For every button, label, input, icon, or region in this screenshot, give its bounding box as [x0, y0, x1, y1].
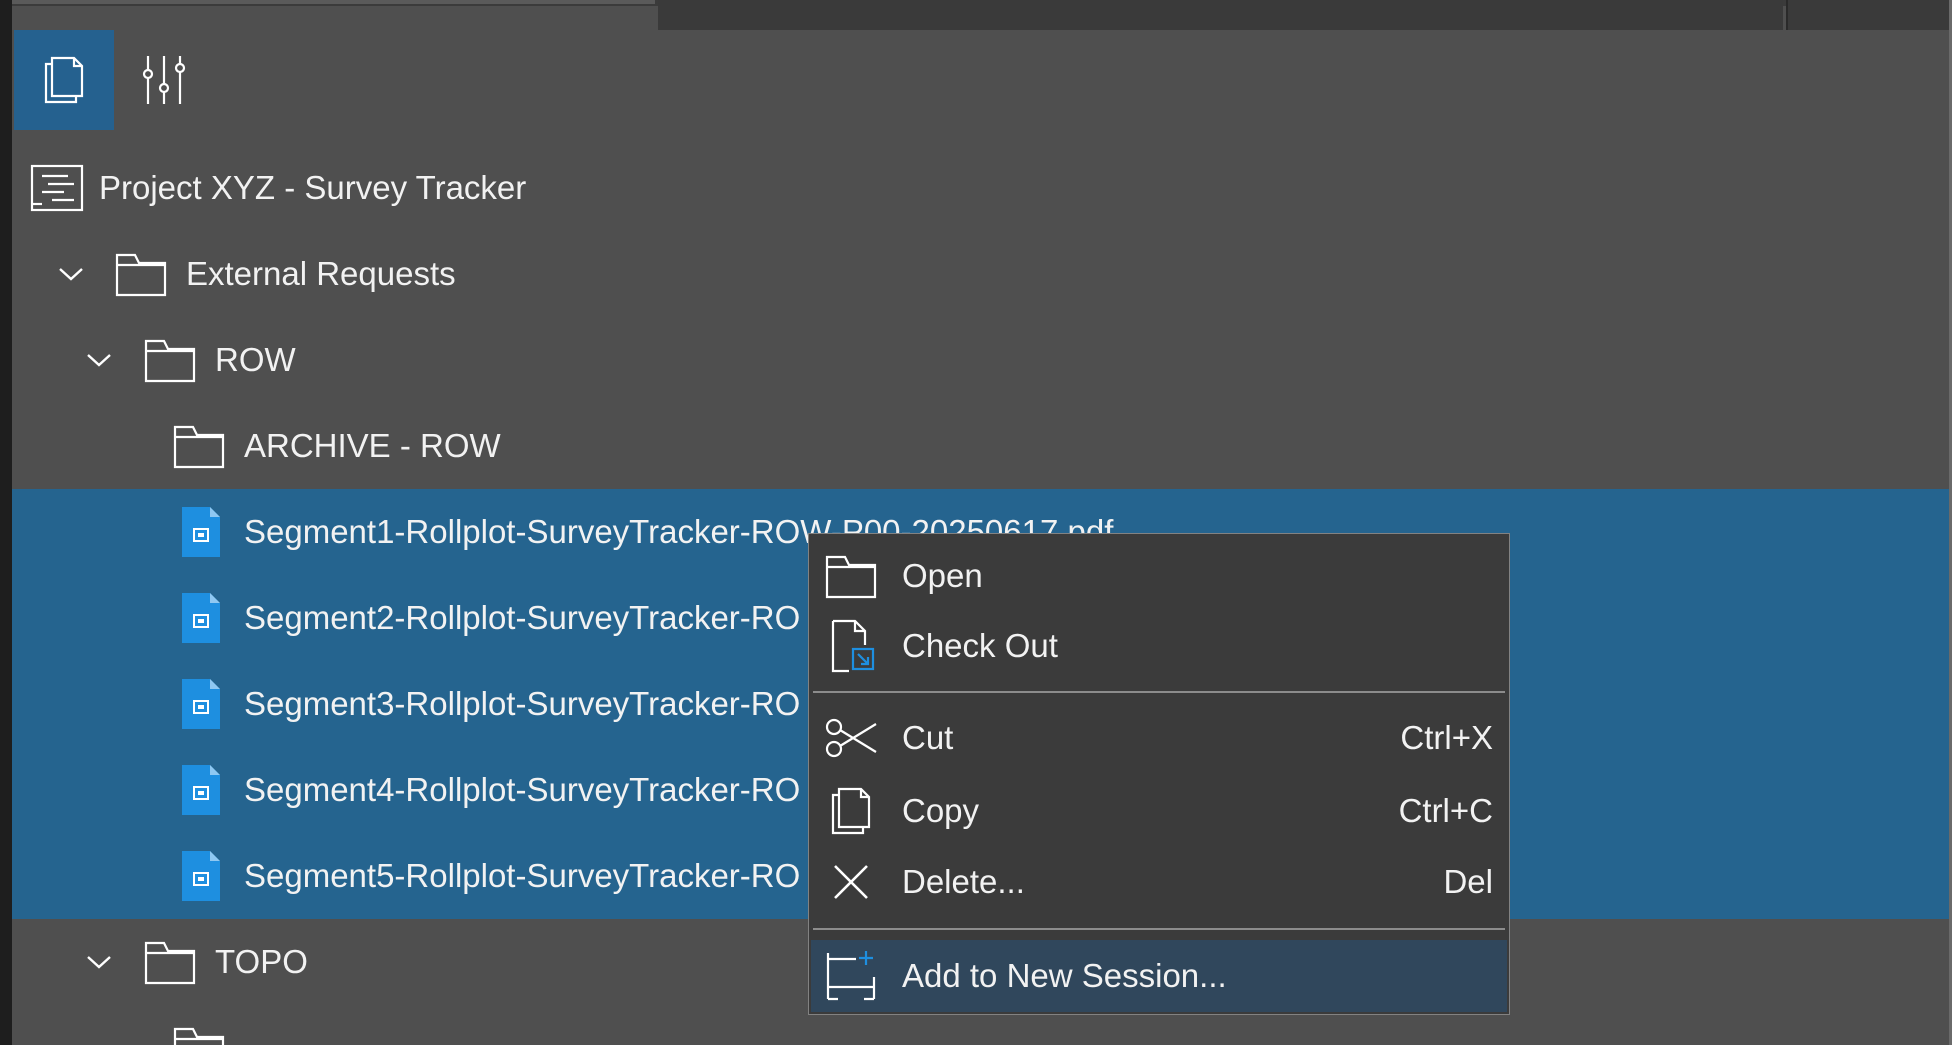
menu-item-add-to-new-session[interactable]: Add to New Session...	[811, 940, 1507, 1012]
top-strip	[0, 0, 1952, 30]
top-strip-panel-right	[1786, 0, 1952, 30]
tree-item-label: ROW	[215, 341, 296, 378]
menu-item-copy[interactable]: Copy Ctrl+C	[811, 778, 1507, 844]
tree-item-label: Segment5-Rollplot-SurveyTracker-RO	[244, 857, 801, 894]
menu-separator	[813, 691, 1505, 693]
pdf-file-icon	[180, 591, 222, 645]
chevron-down-icon[interactable]	[84, 947, 114, 977]
tree-item-row-folder[interactable]: ROW	[12, 317, 1949, 403]
folder-icon	[173, 423, 225, 469]
tree-item-label: Project XYZ - Survey Tracker	[99, 169, 527, 206]
settings-tab-button[interactable]	[114, 30, 214, 130]
top-strip-panel	[658, 0, 1783, 30]
tree-item-label: Segment2-Rollplot-SurveyTracker-RO	[244, 599, 801, 636]
menu-item-label: Check Out	[902, 627, 1058, 664]
tree-item-external-requests[interactable]: External Requests	[12, 231, 1949, 317]
pdf-file-icon	[180, 849, 222, 903]
menu-item-label: Add to New Session...	[902, 957, 1227, 994]
top-strip-tab	[0, 0, 655, 4]
pdf-file-icon	[180, 677, 222, 731]
tree-item-archive-row[interactable]: ARCHIVE - ROW	[12, 403, 1949, 489]
folder-icon	[173, 1025, 225, 1045]
menu-item-check-out[interactable]: Check Out	[811, 613, 1507, 679]
chevron-down-icon[interactable]	[84, 345, 114, 375]
menu-item-open[interactable]: Open	[811, 543, 1507, 609]
chevron-down-icon[interactable]	[56, 259, 86, 289]
pdf-file-icon	[180, 763, 222, 817]
files-tab-button[interactable]	[14, 30, 114, 130]
check-out-icon	[823, 618, 879, 674]
menu-item-delete[interactable]: Delete... Del	[811, 849, 1507, 915]
tree-item-label: External Requests	[186, 255, 456, 292]
tree-item-label: ARCHIVE - ROW	[244, 427, 501, 464]
menu-shortcut: Ctrl+X	[1400, 719, 1493, 756]
scissors-icon	[823, 710, 879, 766]
tree-item-label: Segment3-Rollplot-SurveyTracker-RO	[244, 685, 801, 722]
left-edge	[0, 0, 12, 1045]
folder-icon	[144, 337, 196, 383]
menu-item-label: Copy	[902, 792, 980, 829]
menu-shortcut: Ctrl+C	[1398, 792, 1493, 829]
menu-item-label: Open	[902, 557, 983, 594]
folder-icon	[823, 548, 879, 604]
add-session-icon	[823, 948, 879, 1004]
menu-item-cut[interactable]: Cut Ctrl+X	[811, 705, 1507, 771]
menu-item-label: Cut	[902, 719, 954, 756]
sliders-icon	[142, 56, 186, 104]
menu-separator	[813, 928, 1505, 930]
project-icon	[30, 164, 84, 212]
menu-shortcut: Del	[1443, 863, 1493, 900]
close-icon	[823, 854, 879, 910]
pdf-file-icon	[180, 505, 222, 559]
context-menu: Open Check Out Cut Ctrl+X Copy Ctrl+C De…	[808, 533, 1510, 1015]
menu-item-label: Delete...	[902, 863, 1025, 900]
copy-icon	[823, 783, 879, 839]
documents-icon	[44, 56, 84, 104]
tree-item-label: Segment4-Rollplot-SurveyTracker-RO	[244, 771, 801, 808]
folder-icon	[144, 939, 196, 985]
tree-item-project[interactable]: Project XYZ - Survey Tracker	[12, 145, 1949, 231]
tree-item-label: TOPO	[215, 943, 308, 980]
folder-icon	[115, 251, 167, 297]
panel-toolbar	[14, 30, 214, 130]
